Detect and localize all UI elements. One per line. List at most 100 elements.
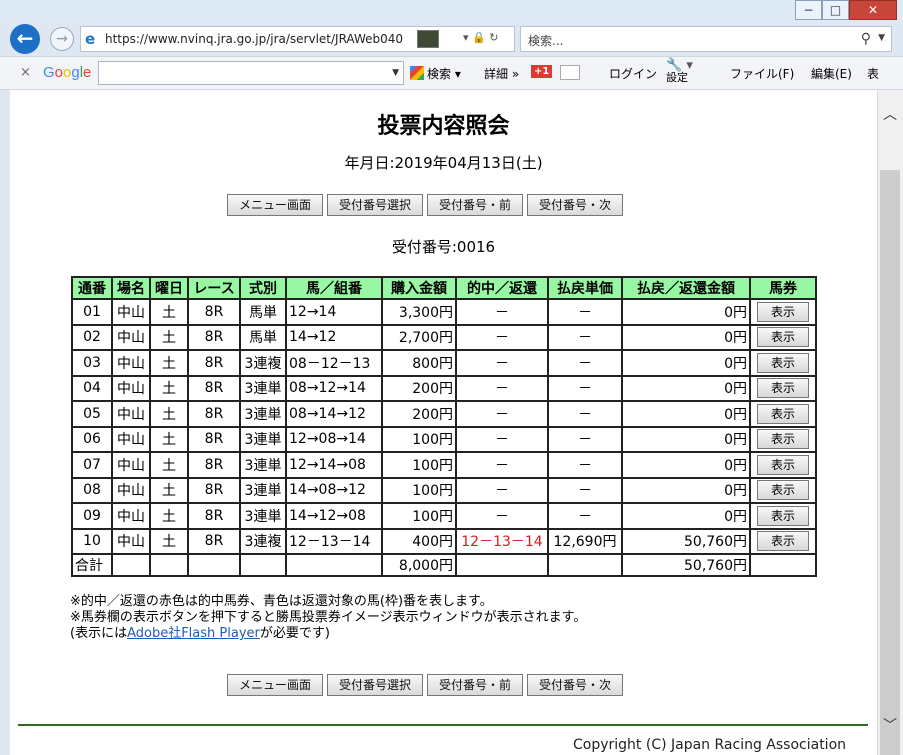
date-line: 年月日:2019年04月13日(土) <box>344 154 543 172</box>
gplus-button[interactable]: +1 <box>531 65 553 78</box>
cell-no: 05 <box>71 400 113 428</box>
show-ticket-button[interactable]: 表示 <box>757 429 809 450</box>
maximize-button[interactable]: □ <box>822 0 849 20</box>
cell-combo: 08→14→12 <box>285 400 383 428</box>
show-ticket-button[interactable]: 表示 <box>757 301 809 322</box>
site-thumbnail-icon[interactable] <box>417 30 439 48</box>
address-row: ← → e https://www.nvinq.jra.go.jp/jra/se… <box>0 22 903 56</box>
close-window-button[interactable]: ✕ <box>849 0 897 20</box>
minimize-button[interactable]: − <box>795 0 822 20</box>
show-ticket-button[interactable]: 表示 <box>757 480 809 501</box>
show-ticket-button[interactable]: 表示 <box>757 352 809 373</box>
forward-icon[interactable]: → <box>50 27 74 51</box>
cell-ticket: 表示 <box>749 502 817 530</box>
address-controls[interactable]: ▾ 🔒 ↻ <box>463 31 498 44</box>
cell-race: 8R <box>187 400 241 428</box>
cell-payout: 0円 <box>621 476 751 504</box>
cell-ticket: 表示 <box>749 527 817 555</box>
total-amount: 8,000円 <box>381 553 457 577</box>
table-row: 10 中山土 8R 3連複 12－13－14 400円 12－13－14 12,690円 50,… <box>71 527 817 555</box>
chevron-down-icon[interactable]: ▼ <box>392 68 399 78</box>
menu-file[interactable]: ファイル(F) <box>730 65 794 82</box>
total-empty-cell <box>149 553 189 577</box>
menu-button[interactable]: メニュー画面 <box>227 194 324 216</box>
show-ticket-button[interactable]: 表示 <box>757 505 809 526</box>
total-payout: 50,760円 <box>621 553 751 577</box>
vertical-scrollbar[interactable]: ︿ ﹀ <box>877 90 903 755</box>
cell-venue: 中山 <box>111 349 151 377</box>
header-payout: 払戻／返還金額 <box>621 276 751 300</box>
show-ticket-button[interactable]: 表示 <box>757 378 809 399</box>
header-day: 曜日 <box>149 276 189 300</box>
cell-race: 8R <box>187 451 241 479</box>
prev-receipt-button[interactable]: 受付番号・前 <box>427 194 524 216</box>
scrollbar-thumb[interactable] <box>880 170 900 755</box>
cell-ticket: 表示 <box>749 476 817 504</box>
cell-combo: 14→12→08 <box>285 502 383 530</box>
header-venue: 場名 <box>111 276 151 300</box>
cell-amount: 800円 <box>381 349 457 377</box>
address-bar[interactable]: e https://www.nvinq.jra.go.jp/jra/servle… <box>80 26 515 52</box>
settings-button[interactable]: 🔧 ▾ 設定 <box>666 59 693 84</box>
notes: ※的中／返還の赤色は的中馬券、青色は返還対象の馬(枠)番を表します。 ※馬券欄の… <box>70 594 586 642</box>
address-text[interactable]: https://www.nvinq.jra.go.jp/jra/servlet/… <box>105 32 403 46</box>
cell-hit: － <box>455 476 549 504</box>
cell-amount: 200円 <box>381 400 457 428</box>
cell-hit: － <box>455 323 549 351</box>
google-search-input[interactable]: ▼ <box>98 61 404 85</box>
google-search-button[interactable]: 検索 ▾ <box>410 65 461 82</box>
menu-edit[interactable]: 編集(E) <box>811 65 852 82</box>
cell-hit: － <box>455 502 549 530</box>
cell-payout: 0円 <box>621 349 751 377</box>
cell-day: 土 <box>149 298 189 326</box>
cell-venue: 中山 <box>111 451 151 479</box>
show-ticket-button[interactable]: 表示 <box>757 327 809 348</box>
select-receipt-button[interactable]: 受付番号選択 <box>327 674 424 696</box>
cell-day: 土 <box>149 323 189 351</box>
chevron-down-icon[interactable]: ﹀ <box>883 715 897 735</box>
cell-race: 8R <box>187 476 241 504</box>
cell-race: 8R <box>187 349 241 377</box>
chevron-down-icon[interactable]: ▼ <box>878 33 885 43</box>
header-combo: 馬／組番 <box>285 276 383 300</box>
browser-search-box[interactable]: 検索... ⚲ ▼ <box>520 26 892 52</box>
cell-unit: － <box>547 502 623 530</box>
cell-amount: 200円 <box>381 374 457 402</box>
select-receipt-button[interactable]: 受付番号選択 <box>327 194 424 216</box>
cell-hit: － <box>455 400 549 428</box>
cell-ticket: 表示 <box>749 374 817 402</box>
cell-day: 土 <box>149 527 189 555</box>
back-icon[interactable]: ← <box>10 24 40 54</box>
next-receipt-button[interactable]: 受付番号・次 <box>527 674 624 696</box>
search-icon[interactable]: ⚲ <box>861 31 871 47</box>
cell-day: 土 <box>149 425 189 453</box>
menu-button[interactable]: メニュー画面 <box>227 674 324 696</box>
flash-player-link[interactable]: Adobe社Flash Player <box>127 626 260 641</box>
google-icon <box>410 66 424 80</box>
cell-unit: － <box>547 400 623 428</box>
cell-no: 08 <box>71 476 113 504</box>
total-empty-cell <box>111 553 151 577</box>
menu-view[interactable]: 表 <box>867 65 879 82</box>
login-button[interactable]: ログイン <box>609 65 657 82</box>
cell-combo: 12→14→08 <box>285 451 383 479</box>
detail-button[interactable]: 詳細 » <box>484 65 519 82</box>
google-toolbar: × Google ▼ 検索 ▾ 詳細 » +1 ログイン 🔧 ▾ 設定 ファイル(… <box>0 56 903 90</box>
chevron-up-icon[interactable]: ︿ <box>883 104 897 124</box>
cell-type: 3連単 <box>239 400 287 428</box>
cell-unit: － <box>547 374 623 402</box>
cell-unit: － <box>547 349 623 377</box>
cell-day: 土 <box>149 374 189 402</box>
show-ticket-button[interactable]: 表示 <box>757 403 809 424</box>
cell-day: 土 <box>149 502 189 530</box>
next-receipt-button[interactable]: 受付番号・次 <box>527 194 624 216</box>
cell-race: 8R <box>187 374 241 402</box>
cell-amount: 100円 <box>381 451 457 479</box>
show-ticket-button[interactable]: 表示 <box>757 531 809 552</box>
prev-receipt-button[interactable]: 受付番号・前 <box>427 674 524 696</box>
close-icon[interactable]: × <box>20 65 31 80</box>
cell-combo: 08→12→14 <box>285 374 383 402</box>
show-ticket-button[interactable]: 表示 <box>757 454 809 475</box>
cell-type: 馬単 <box>239 323 287 351</box>
cell-unit: － <box>547 451 623 479</box>
